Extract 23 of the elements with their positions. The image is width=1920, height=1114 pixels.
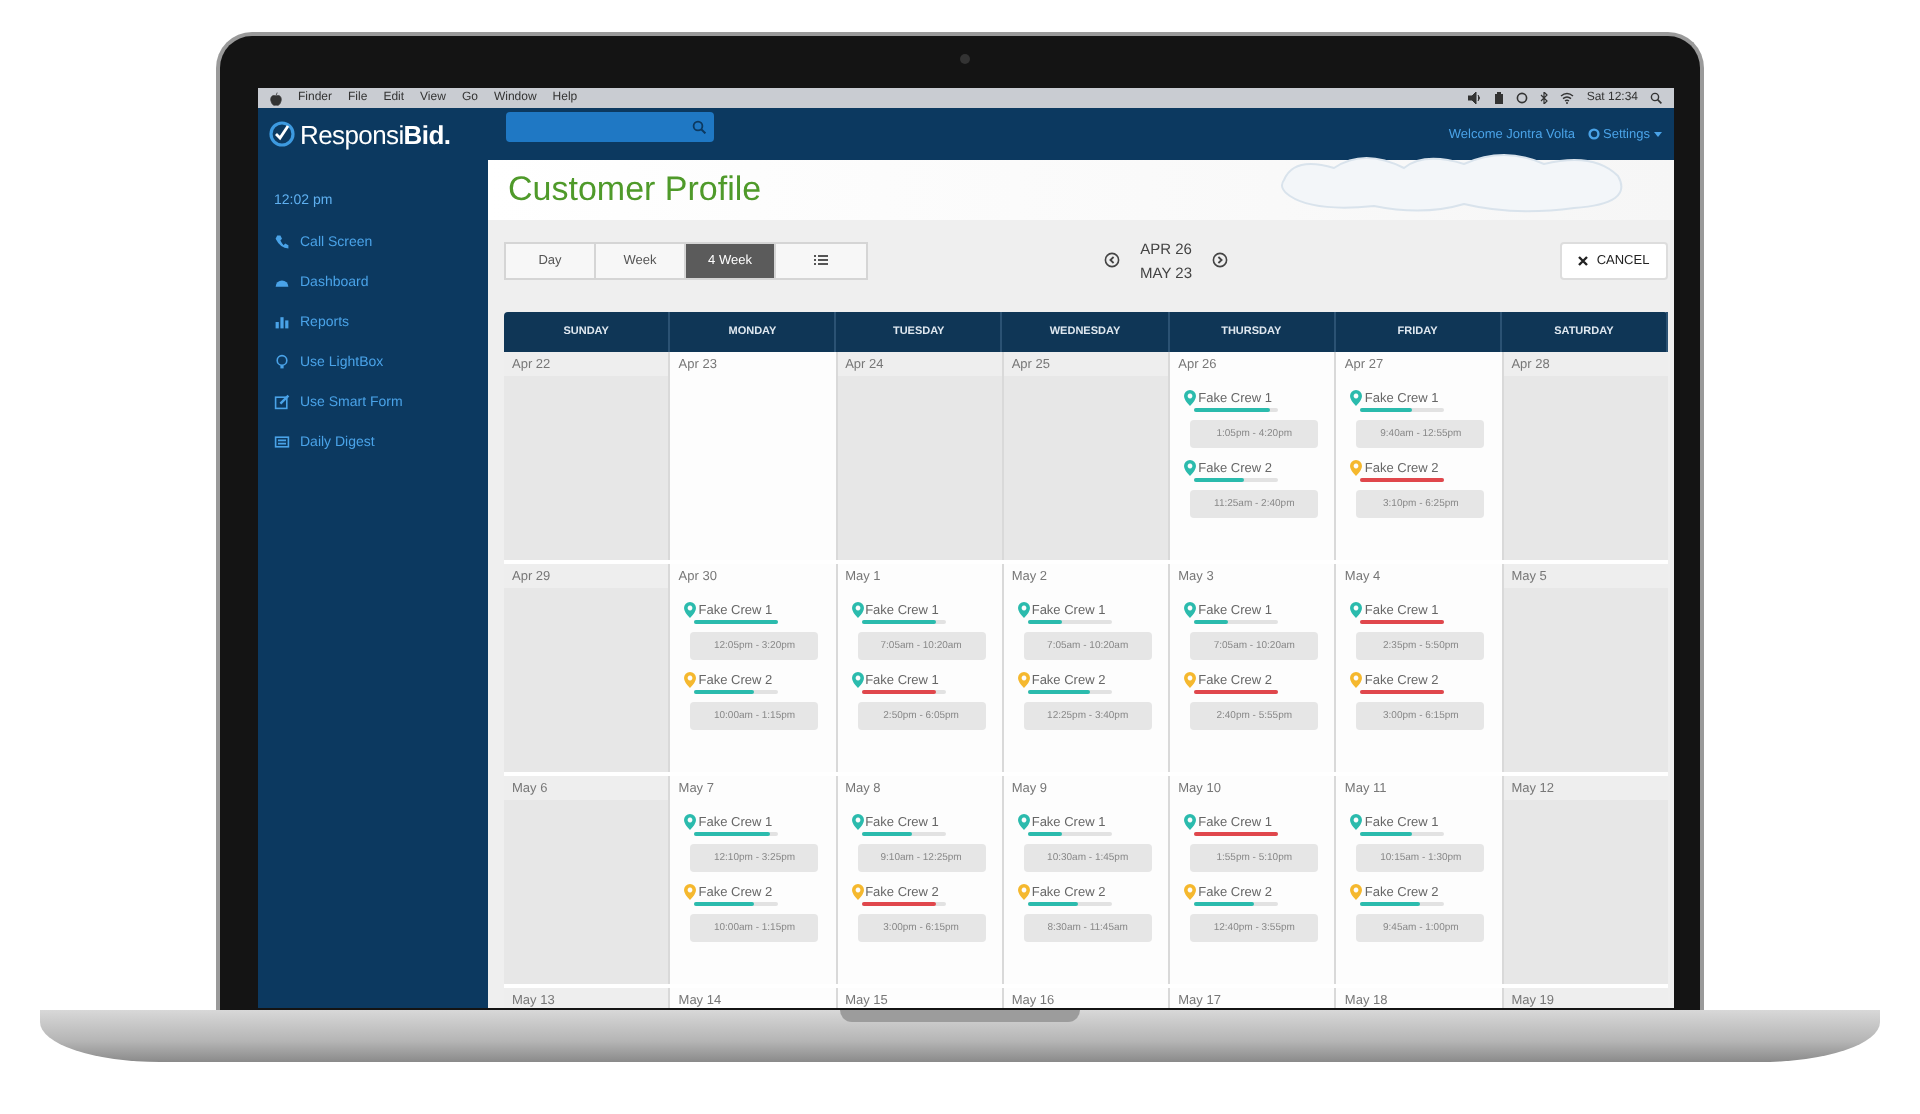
newspaper-icon (274, 434, 290, 450)
settings-icon (1587, 128, 1599, 140)
clock-check-icon (268, 120, 296, 148)
wifi-icon (1560, 92, 1575, 104)
battery-icon (1494, 92, 1505, 104)
edit-icon (274, 394, 290, 410)
phone-icon (274, 234, 290, 250)
search-icon[interactable] (1650, 92, 1662, 104)
volume-icon (1468, 92, 1483, 104)
search-field[interactable] (506, 111, 714, 141)
close-icon (1578, 255, 1589, 265)
lightbulb-icon (274, 354, 290, 370)
search-icon (692, 119, 706, 133)
bar-chart-icon (274, 314, 290, 330)
previous-icon[interactable] (1104, 252, 1120, 268)
list-icon (814, 254, 828, 266)
logo-text: ResponsiBid. (300, 119, 451, 149)
camera-dot (960, 54, 970, 64)
bluetooth-icon (1540, 92, 1549, 104)
caret-icon (1654, 131, 1662, 137)
page-title: Customer Profile (508, 170, 762, 210)
apple-icon (270, 91, 282, 105)
next-icon[interactable] (1212, 252, 1228, 268)
